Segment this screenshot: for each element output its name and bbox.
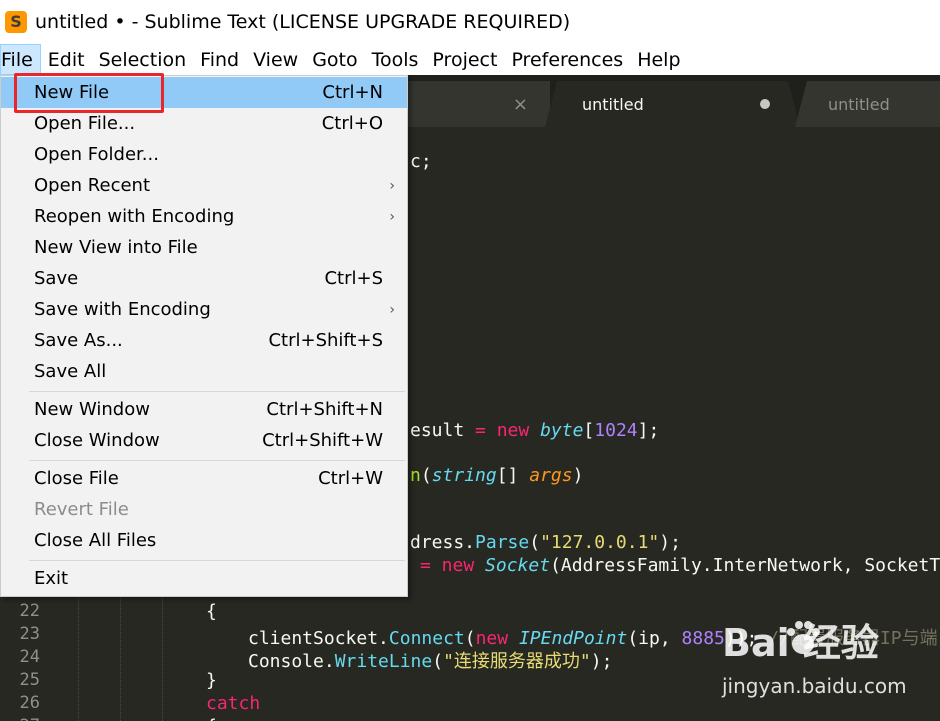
line-number: 27 (0, 716, 40, 721)
code-line: { (206, 716, 217, 721)
file-menu-dropdown: New File Ctrl+N Open File... Ctrl+O Open… (0, 75, 408, 597)
menu-item-save-with-encoding[interactable]: Save with Encoding › (1, 294, 407, 325)
annotation-highlight-box (14, 73, 164, 113)
tab-untitled-active[interactable]: untitled (545, 81, 800, 127)
line-number: 24 (19, 647, 40, 667)
menu-file[interactable]: File (0, 44, 41, 75)
menu-item-new-view-into-file[interactable]: New View into File (1, 232, 407, 263)
menu-bar: File Edit Selection Find View Goto Tools… (0, 44, 940, 75)
tab-label: untitled (828, 94, 890, 114)
menu-view[interactable]: View (246, 44, 305, 75)
submenu-arrow-icon: › (389, 177, 395, 194)
menu-item-close-all-files[interactable]: Close All Files (1, 525, 407, 556)
menu-help[interactable]: Help (630, 44, 687, 75)
line-number: 22 (19, 601, 40, 621)
code-line: Console.WriteLine("连接服务器成功"); (248, 651, 613, 672)
menu-goto[interactable]: Goto (305, 44, 364, 75)
menu-project[interactable]: Project (425, 44, 504, 75)
line-number: 23 (19, 624, 40, 644)
submenu-arrow-icon: › (389, 208, 395, 225)
menu-item-open-folder[interactable]: Open Folder... (1, 139, 407, 170)
sublime-logo-icon: S (5, 11, 27, 33)
menu-preferences[interactable]: Preferences (504, 44, 630, 75)
menu-selection[interactable]: Selection (92, 44, 194, 75)
unsaved-dot-icon[interactable] (760, 99, 770, 109)
line-number: 25 (19, 670, 40, 690)
menu-item-revert-file: Revert File (34, 499, 129, 520)
tab-label: untitled (582, 94, 644, 114)
code-line: = new Socket(AddressFamily.InterNetwork,… (420, 555, 940, 576)
menu-edit[interactable]: Edit (41, 44, 92, 75)
baidu-watermark: Bai 经验 jingyan.baidu.com (700, 612, 930, 712)
submenu-arrow-icon: › (389, 301, 395, 318)
menu-item-close-window[interactable]: Close Window Ctrl+Shift+W (1, 425, 407, 456)
menu-item-save[interactable]: Save Ctrl+S (1, 263, 407, 294)
line-number: 26 (19, 693, 40, 713)
tab-untitled[interactable]: untitled (795, 81, 940, 127)
menu-item-reopen-with-encoding[interactable]: Reopen with Encoding › (1, 201, 407, 232)
menu-separator (29, 560, 405, 561)
code-line: catch (206, 693, 261, 714)
menu-item-save-all[interactable]: Save All (1, 356, 407, 387)
menu-item-new-window[interactable]: New Window Ctrl+Shift+N (1, 394, 407, 425)
menu-tools[interactable]: Tools (365, 44, 426, 75)
menu-item-open-recent[interactable]: Open Recent › (1, 170, 407, 201)
menu-item-exit[interactable]: Exit (1, 563, 407, 594)
code-line: esult = new byte[1024]; (410, 420, 660, 441)
menu-find[interactable]: Find (193, 44, 246, 75)
paw-icon (787, 621, 820, 654)
watermark-url: jingyan.baidu.com (722, 674, 907, 698)
code-line: { (206, 601, 217, 622)
menu-item-close-file[interactable]: Close File Ctrl+W (1, 463, 407, 494)
code-fragment: c; (410, 151, 432, 172)
title-bar: S untitled • - Sublime Text (LICENSE UPG… (0, 0, 940, 44)
window-title: untitled • - Sublime Text (LICENSE UPGRA… (35, 11, 571, 33)
menu-separator (29, 460, 405, 461)
code-line: } (206, 670, 217, 691)
code-line: n(string[] args) (410, 465, 584, 486)
menu-item-save-as[interactable]: Save As... Ctrl+Shift+S (1, 325, 407, 356)
menu-separator (29, 391, 405, 392)
close-icon[interactable]: × (513, 94, 528, 115)
code-line: dress.Parse("127.0.0.1"); (410, 532, 681, 553)
